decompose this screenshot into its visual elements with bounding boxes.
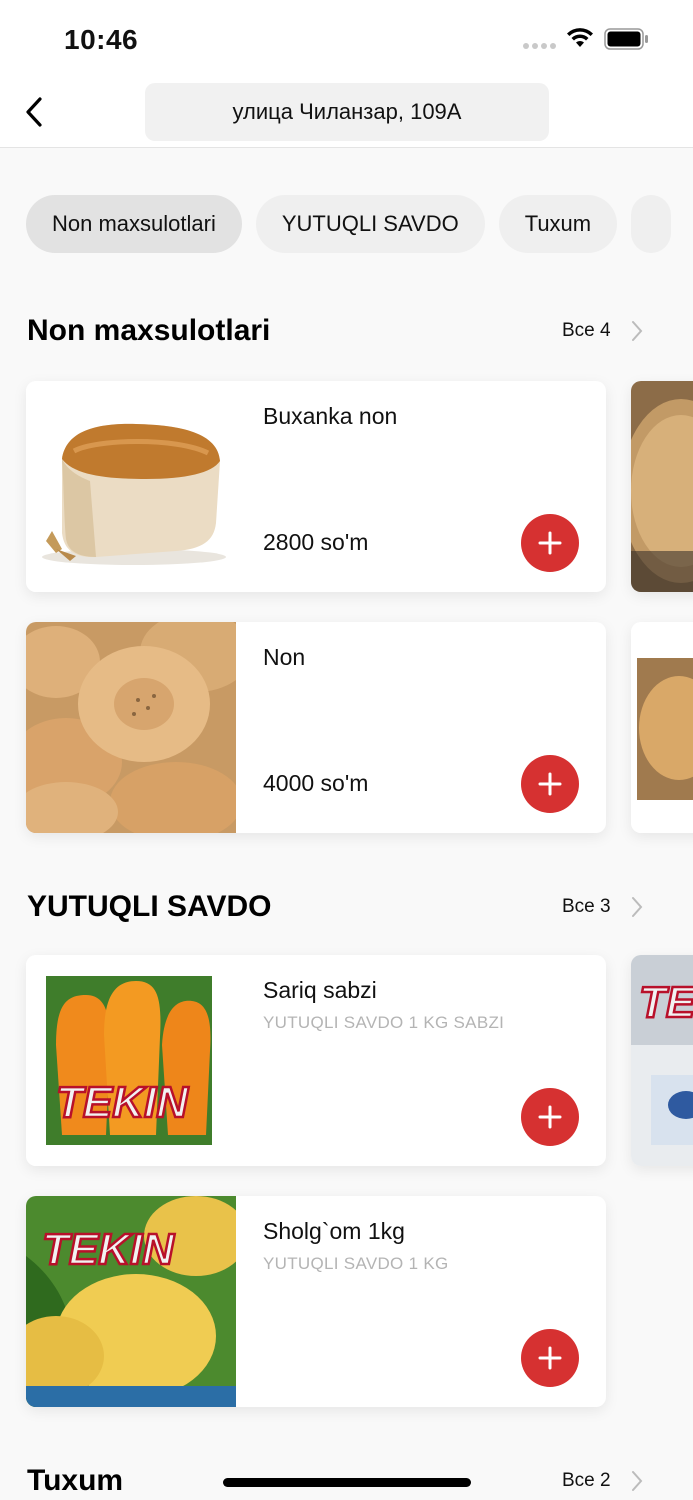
section-title: YUTUQLI SAVDO [27,890,272,923]
wifi-icon [567,28,593,47]
status-bar: 10:46 [0,0,693,78]
product-description: YUTUQLI SAVDO 1 KG [263,1254,449,1273]
see-all-label: Все 2 [562,1470,611,1491]
plus-icon [538,1105,562,1129]
category-chips: Non maxsulotlari YUTUQLI SAVDO Tuxum [26,195,672,253]
plus-icon [538,1346,562,1370]
chevron-left-icon [26,97,42,127]
see-all-button[interactable]: Все 2 [562,1470,643,1492]
product-card[interactable]: TEKIN Sariq sabzi YUTUQLI SAVDO 1 KG SAB… [26,955,606,1166]
status-time: 10:46 [64,24,139,55]
screen: 10:46 улица Чиланзар, 109А Non maxsulotl… [0,0,693,1500]
chip-more[interactable] [631,195,672,253]
see-all-label: Все 3 [562,896,611,917]
back-button[interactable] [14,92,54,132]
plus-icon [538,772,562,796]
product-name: Sariq sabzi [263,977,377,1003]
product-card-peek[interactable] [631,622,693,833]
product-image-carrots: TEKIN [26,955,236,1166]
svg-text:TE: TE [639,978,693,1027]
product-name: Buxanka non [263,403,398,429]
product-card[interactable]: TEKIN Sholg`om 1kg YUTUQLI SAVDO 1 KG [26,1196,606,1407]
product-image-turnips: TEKIN [26,1196,236,1407]
chevron-right-icon [631,1471,642,1491]
see-all-button[interactable]: Все 4 [562,320,643,342]
product-card-peek[interactable] [631,381,693,592]
tekin-logo: TEKIN [42,1225,175,1274]
chevron-right-icon [631,897,642,917]
plus-icon [538,531,562,555]
product-name: Sholg`om 1kg [263,1218,405,1244]
product-image-flatbread [26,622,236,833]
product-price: 4000 so'm [263,770,369,796]
product-name: Non [263,644,306,670]
section-title: Tuxum [27,1464,124,1497]
signal-icon [523,43,556,49]
section-title: Non maxsulotlari [27,314,271,347]
address-selector[interactable]: улица Чиланзар, 109А [145,83,549,141]
add-to-cart-button[interactable] [521,514,579,572]
chip-tuxum[interactable]: Tuxum [498,195,618,253]
product-price: 2800 so'm [263,529,369,555]
chip-non-maxsulotlari[interactable]: Non maxsulotlari [26,195,242,253]
see-all-label: Все 4 [562,320,611,341]
product-card[interactable]: Non 4000 so'm [26,622,606,833]
home-indicator[interactable] [223,1478,471,1487]
top-bar: улица Чиланзар, 109А [0,78,693,148]
add-to-cart-button[interactable] [521,755,579,813]
see-all-button[interactable]: Все 3 [562,896,643,918]
product-card[interactable]: Buxanka non 2800 so'm [26,381,606,592]
tekin-logo: TEKIN [56,1078,189,1127]
add-to-cart-button[interactable] [521,1088,579,1146]
battery-icon [604,28,648,50]
product-image-bread-loaf [26,381,236,592]
add-to-cart-button[interactable] [521,1329,579,1387]
chip-yutuqli-savdo[interactable]: YUTUQLI SAVDO [255,195,485,253]
chevron-right-icon [631,321,642,341]
product-card-peek[interactable]: TE [631,955,693,1166]
product-description: YUTUQLI SAVDO 1 KG SABZI [263,1013,505,1032]
